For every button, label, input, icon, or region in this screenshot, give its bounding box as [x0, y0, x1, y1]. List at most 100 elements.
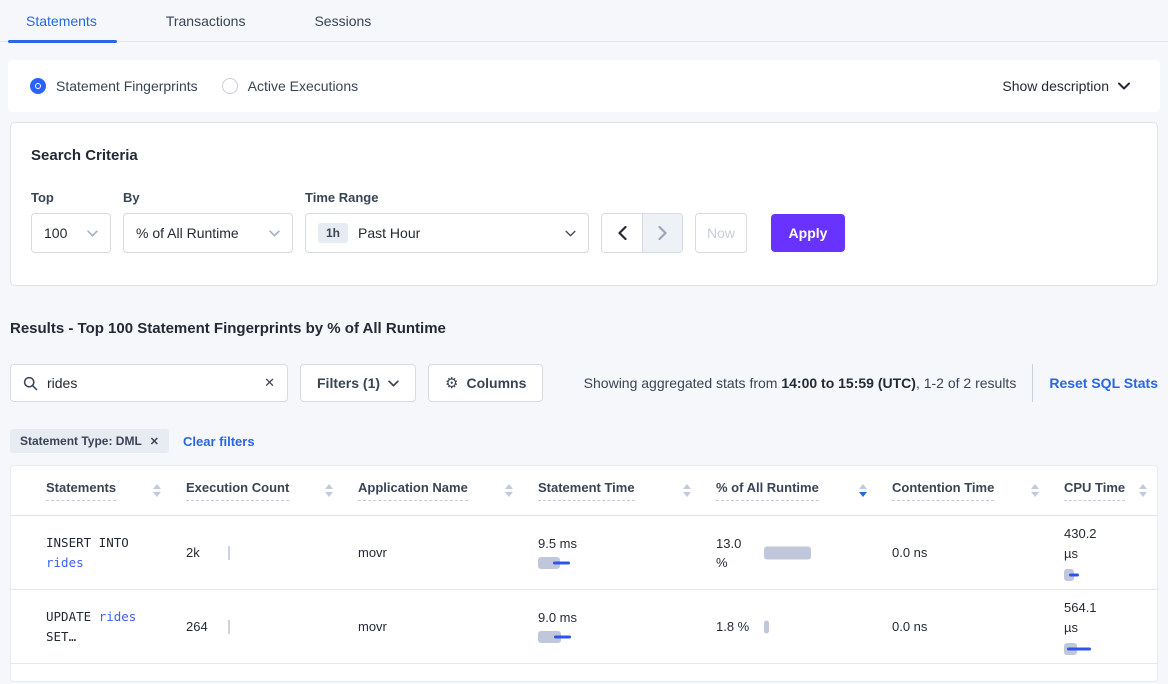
execution-count-bar [228, 546, 230, 560]
statement-time-bar [538, 556, 578, 569]
search-icon [23, 376, 38, 391]
execution-count-cell: 2k [186, 545, 358, 560]
results-controls-row: ✕ Filters (1) ⚙ Columns Showing aggregat… [10, 364, 1158, 402]
tab-sessions[interactable]: Sessions [314, 13, 371, 29]
by-field: By % of All Runtime [123, 190, 293, 253]
runtime-pct-bar [764, 546, 814, 559]
statement-time-cell: 9.0 ms [538, 610, 716, 643]
radio-selected-icon[interactable] [30, 78, 46, 94]
cpu-time-bar [1064, 569, 1100, 582]
by-select-value: % of All Runtime [136, 225, 239, 241]
active-tab-underline [8, 40, 117, 43]
statement-cell: INSERT INTO rides [11, 533, 171, 573]
time-range-field: Time Range 1h Past Hour [305, 190, 589, 253]
radio-label: Statement Fingerprints [56, 78, 198, 94]
execution-count-bar [228, 620, 230, 634]
top-select-value: 100 [44, 225, 67, 241]
chevron-down-icon [388, 380, 399, 387]
remove-filter-icon[interactable]: ✕ [150, 435, 159, 448]
runtime-pct-cell: 1.8 % [716, 617, 892, 636]
top-tab-bar: Statements Transactions Sessions [0, 0, 1168, 42]
sort-icons[interactable] [1139, 484, 1147, 497]
apply-button[interactable]: Apply [771, 214, 845, 252]
column-header-runtime-pct[interactable]: % of All Runtime [716, 480, 892, 501]
search-input[interactable] [47, 375, 255, 391]
column-header-contention-time[interactable]: Contention Time [892, 480, 1064, 501]
chevron-left-icon [618, 226, 627, 240]
column-header-statements[interactable]: Statements [11, 480, 186, 501]
runtime-pct-bar [764, 620, 814, 633]
chevron-down-icon [269, 230, 280, 237]
by-select[interactable]: % of All Runtime [123, 213, 293, 253]
time-range-select[interactable]: 1h Past Hour [305, 213, 589, 253]
vertical-divider [1032, 364, 1033, 402]
view-mode-bar: Statement Fingerprints Active Executions… [8, 60, 1160, 112]
filter-chip-label: Statement Type: DML [20, 434, 142, 448]
reset-sql-stats-link[interactable]: Reset SQL Stats [1049, 375, 1158, 391]
sort-icons[interactable] [505, 484, 513, 497]
radio-active-executions[interactable]: Active Executions [222, 78, 359, 94]
time-range-value: Past Hour [358, 225, 420, 241]
runtime-pct-cell: 13.0 % [716, 534, 892, 572]
time-range-label: Time Range [305, 190, 589, 205]
filters-label: Filters (1) [317, 375, 380, 391]
table-header-row: Statements Execution Count Application N… [11, 466, 1157, 516]
radio-statement-fingerprints[interactable]: Statement Fingerprints [30, 78, 198, 94]
column-header-statement-time[interactable]: Statement Time [538, 480, 716, 501]
gear-icon: ⚙ [445, 374, 458, 392]
time-step-group [601, 213, 683, 253]
application-name-cell: movr [358, 619, 538, 634]
column-header-cpu-time[interactable]: CPU Time [1064, 480, 1157, 501]
columns-label: Columns [466, 375, 526, 391]
sort-icons[interactable] [1031, 484, 1039, 497]
results-table: Statements Execution Count Application N… [10, 465, 1158, 682]
statement-time-cell: 9.5 ms [538, 536, 716, 569]
radio-unselected-icon[interactable] [222, 78, 238, 94]
execution-count-cell: 264 [186, 619, 358, 634]
statement-cell: UPDATE rides SET… [11, 607, 171, 647]
table-row: UPDATE rides SET… 264 movr 9.0 ms 1.8 % … [11, 590, 1157, 664]
previous-time-button[interactable] [602, 214, 642, 252]
statement-link[interactable]: rides [46, 555, 84, 570]
contention-time-cell: 0.0 ns [892, 545, 1064, 560]
cpu-time-bar [1064, 643, 1100, 656]
chevron-down-icon [87, 230, 98, 237]
showing-stats-text: Showing aggregated stats from 14:00 to 1… [584, 375, 1017, 391]
top-select[interactable]: 100 [31, 213, 111, 253]
statement-link[interactable]: rides [99, 609, 137, 624]
statement-time-bar [538, 630, 578, 643]
filter-chip-statement-type[interactable]: Statement Type: DML ✕ [10, 429, 169, 453]
tab-statements[interactable]: Statements [26, 13, 97, 29]
next-time-button[interactable] [642, 214, 682, 252]
now-button[interactable]: Now [695, 213, 747, 253]
search-criteria-title: Search Criteria [31, 147, 1137, 164]
clear-filters-link[interactable]: Clear filters [183, 434, 255, 449]
cpu-time-cell: 564.1 µs [1064, 598, 1157, 656]
table-row: INSERT INTO rides 2k movr 9.5 ms 13.0 % … [11, 516, 1157, 590]
sort-icons-active-desc[interactable] [859, 484, 867, 497]
by-label: By [123, 190, 293, 205]
radio-label: Active Executions [248, 78, 359, 94]
column-header-execution-count[interactable]: Execution Count [186, 480, 358, 501]
column-header-application-name[interactable]: Application Name [358, 480, 538, 501]
tab-transactions[interactable]: Transactions [166, 13, 246, 29]
chevron-down-icon [1118, 82, 1130, 90]
sort-icons[interactable] [325, 484, 333, 497]
clear-search-icon[interactable]: ✕ [264, 375, 275, 391]
application-name-cell: movr [358, 545, 538, 560]
columns-button[interactable]: ⚙ Columns [428, 364, 543, 402]
chevron-down-icon [565, 230, 576, 237]
filters-button[interactable]: Filters (1) [300, 364, 416, 402]
chevron-right-icon [658, 226, 667, 240]
results-heading: Results - Top 100 Statement Fingerprints… [10, 320, 1158, 337]
search-box[interactable]: ✕ [10, 364, 288, 402]
sort-icons[interactable] [683, 484, 691, 497]
search-criteria-card: Search Criteria Top 100 By % of All Runt… [10, 122, 1158, 286]
sort-icons[interactable] [153, 484, 161, 497]
cpu-time-cell: 430.2 µs [1064, 524, 1157, 582]
top-field: Top 100 [31, 190, 111, 253]
time-range-badge: 1h [318, 223, 348, 243]
contention-time-cell: 0.0 ns [892, 619, 1064, 634]
top-label: Top [31, 190, 111, 205]
show-description-toggle[interactable]: Show description [1002, 78, 1130, 94]
